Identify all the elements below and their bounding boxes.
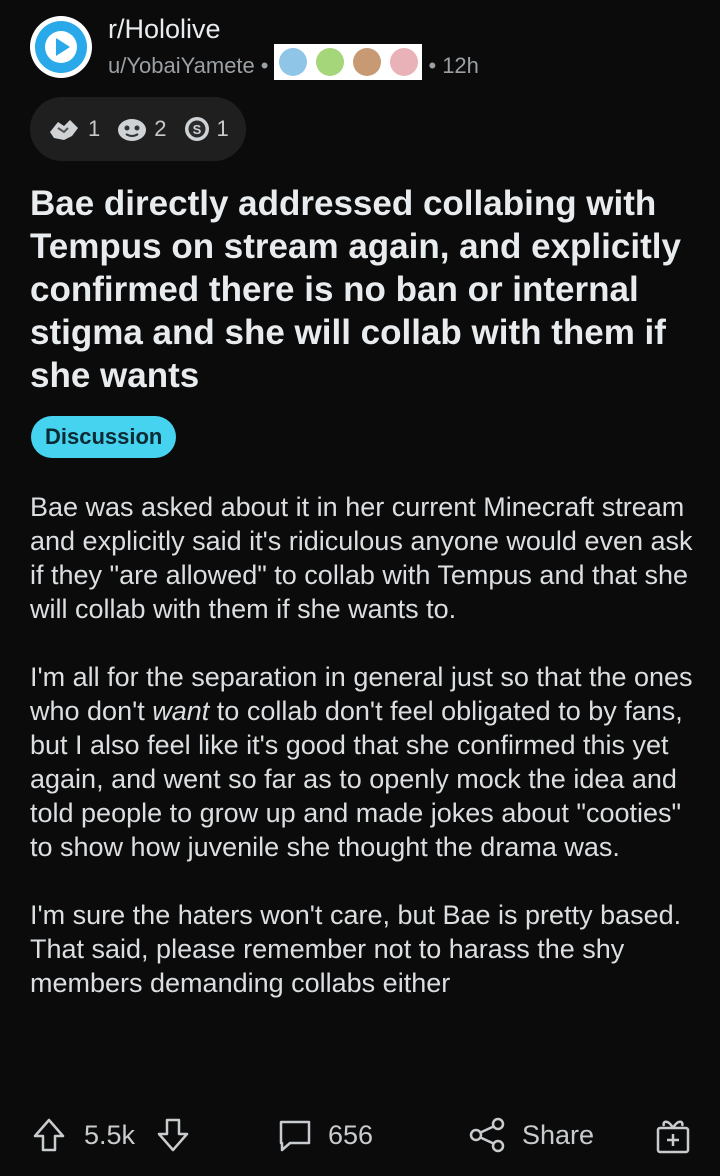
share-icon xyxy=(468,1116,506,1154)
body-paragraph: I'm sure the haters won't care, but Bae … xyxy=(30,900,682,998)
comments-button[interactable]: 656 xyxy=(276,1100,373,1170)
body-emphasis: want xyxy=(152,696,210,726)
award-count: 1 xyxy=(216,116,229,141)
post-header: r/Hololive u/YobaiYamete • • 12h xyxy=(30,14,690,84)
svg-text:S: S xyxy=(192,122,201,137)
separator: • xyxy=(260,53,269,78)
award-handshake-icon xyxy=(46,114,82,144)
award-handshake[interactable]: 1 xyxy=(46,114,100,144)
score: 5.5k xyxy=(84,1119,136,1150)
award-button[interactable] xyxy=(654,1100,692,1170)
share-label: Share xyxy=(522,1119,595,1150)
subreddit-avatar[interactable] xyxy=(30,16,92,78)
comment-icon xyxy=(276,1116,314,1154)
post-flair[interactable]: Discussion xyxy=(31,416,177,458)
share-button[interactable]: Share xyxy=(468,1100,594,1170)
post-body: Bae was asked about it in her current Mi… xyxy=(30,490,695,1034)
award-face[interactable]: 2 xyxy=(116,114,167,144)
downvote-icon xyxy=(156,1117,190,1153)
gift-icon xyxy=(654,1115,692,1155)
post-meta: u/YobaiYamete • • 12h xyxy=(108,44,479,80)
user-flair-image xyxy=(274,44,423,80)
comment-count: 656 xyxy=(328,1119,374,1150)
award-face-icon xyxy=(116,114,148,144)
award-silver[interactable]: S 1 xyxy=(183,114,229,144)
award-silver-icon: S xyxy=(183,114,211,144)
post-age: 12h xyxy=(442,53,479,78)
body-paragraph: I'm all for the separation in general ju… xyxy=(30,660,695,864)
award-count: 2 xyxy=(154,116,167,141)
body-paragraph: Bae was asked about it in her current Mi… xyxy=(30,492,693,624)
separator: • xyxy=(428,53,437,78)
upvote-button[interactable] xyxy=(32,1100,66,1170)
upvote-icon xyxy=(32,1117,66,1153)
post-title: Bae directly addressed collabing with Te… xyxy=(30,184,681,395)
play-icon xyxy=(35,21,87,73)
awards-bar[interactable]: 1 2 S 1 xyxy=(30,97,246,161)
author-name[interactable]: u/YobaiYamete xyxy=(108,53,255,79)
subreddit-name[interactable]: r/Hololive xyxy=(108,14,221,45)
downvote-button[interactable] xyxy=(156,1100,190,1170)
award-count: 1 xyxy=(88,116,101,141)
action-bar: 5.5k 656 Share xyxy=(0,1100,720,1170)
